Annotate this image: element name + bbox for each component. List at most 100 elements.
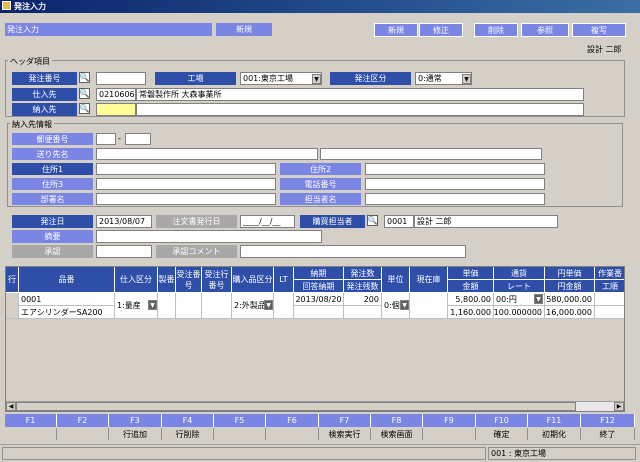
new-button[interactable]: 新規 <box>374 23 418 37</box>
receive-no-cell[interactable] <box>176 293 202 319</box>
delivery-label: 納入先 <box>12 103 77 116</box>
col-purchase-type: 仕入区分 <box>115 267 158 293</box>
unit-cell[interactable]: 0:個 ▼ <box>382 293 410 319</box>
order-date-input[interactable]: 2013/08/07 <box>96 215 152 228</box>
order-date-label: 発注日 <box>12 215 93 228</box>
delivery-search-icon[interactable]: 🔍 <box>79 103 90 114</box>
address2-input[interactable] <box>365 163 545 175</box>
col-order-remaining: 発注残数 <box>344 280 382 293</box>
order-no-input[interactable] <box>96 72 146 85</box>
f3-key[interactable]: F3 <box>109 414 162 427</box>
supplier-search-icon[interactable]: 🔍 <box>79 88 90 99</box>
phone-input[interactable] <box>365 178 545 190</box>
postal-input-1[interactable] <box>96 133 116 145</box>
f5-label <box>214 428 266 440</box>
copy-button[interactable]: 複写 <box>572 23 626 37</box>
col-process: 工順 <box>595 280 624 293</box>
f8-key[interactable]: F8 <box>371 414 423 427</box>
send-to-input-1[interactable] <box>96 148 318 160</box>
f2-key[interactable]: F2 <box>57 414 109 427</box>
receive-line-cell[interactable] <box>202 293 232 319</box>
contact-label: 担当者名 <box>280 193 361 205</box>
currency-value: 00:円 <box>496 294 517 304</box>
unit-price-cell[interactable]: 5,800.00 <box>448 293 494 306</box>
issue-date-label: 注文書発行日 <box>156 215 237 228</box>
item-code-cell[interactable]: 0001 <box>19 293 115 306</box>
mfg-no-cell[interactable] <box>158 293 176 319</box>
order-no-search-icon[interactable]: 🔍 <box>79 72 90 83</box>
purchase-type-dropdown-icon[interactable]: ▼ <box>148 300 157 310</box>
order-qty-cell[interactable]: 200 <box>344 293 382 306</box>
f7-key[interactable]: F7 <box>319 414 371 427</box>
supplier-name-field: 常磐製作所 大森事業所 <box>136 88 584 101</box>
work-no-cell[interactable] <box>595 293 624 306</box>
f1-label <box>5 428 57 440</box>
f6-key[interactable]: F6 <box>266 414 319 427</box>
detail-grid: 行 品番 仕入区分 製番 受注番号 受注行番号 購入品区分 LT 納期 回答納期… <box>5 266 625 412</box>
f6-label <box>266 428 319 440</box>
rate-cell[interactable]: 100.000000 <box>494 306 545 319</box>
col-row: 行 <box>6 267 19 293</box>
factory-select[interactable]: 001:東京工場 <box>240 72 322 85</box>
col-mfg-no: 製番 <box>158 267 176 293</box>
purchase-type-value: 1:量産 <box>117 301 141 310</box>
f4-label: 行削除 <box>162 428 214 440</box>
purchase-cat-dropdown-icon[interactable]: ▼ <box>264 300 273 310</box>
delete-button[interactable]: 削除 <box>474 23 518 37</box>
col-yen-price: 円単価 <box>545 267 595 280</box>
delivery-code-input[interactable] <box>96 103 136 116</box>
f9-label <box>423 428 476 440</box>
f10-key[interactable]: F10 <box>476 414 528 427</box>
due-cell[interactable]: 2013/08/20 <box>294 293 344 306</box>
purchaser-code-input[interactable]: 0001 <box>384 215 414 228</box>
f3-label: 行追加 <box>109 428 162 440</box>
lt-cell[interactable] <box>274 293 294 319</box>
address3-input[interactable] <box>96 178 276 190</box>
supplier-code-input[interactable]: 02106060 <box>96 88 136 101</box>
dept-input[interactable] <box>96 193 276 205</box>
yen-amount-cell: 116,000.000 <box>545 306 595 319</box>
scroll-left-icon[interactable]: ◀ <box>6 402 16 411</box>
process-cell[interactable] <box>595 306 624 319</box>
scroll-thumb[interactable] <box>16 402 576 411</box>
scroll-right-icon[interactable]: ▶ <box>614 402 624 411</box>
f9-key[interactable]: F9 <box>423 414 476 427</box>
contact-input[interactable] <box>365 193 545 205</box>
address3-label: 住所3 <box>12 178 93 190</box>
yen-price-cell: 580,000.00 <box>545 293 595 306</box>
f12-key[interactable]: F12 <box>581 414 635 427</box>
window-title-bar: 発注入力 <box>0 0 640 13</box>
f5-key[interactable]: F5 <box>214 414 266 427</box>
f1-key[interactable]: F1 <box>5 414 57 427</box>
f11-key[interactable]: F11 <box>528 414 581 427</box>
f4-key[interactable]: F4 <box>162 414 214 427</box>
f11-label: 初期化 <box>528 428 581 440</box>
screen-name: 発注入力 <box>5 23 212 36</box>
send-to-input-2[interactable] <box>320 148 542 160</box>
issue-date-input[interactable]: ____/__/__ <box>240 215 295 228</box>
postal-input-2[interactable] <box>125 133 151 145</box>
unit-dropdown-icon[interactable]: ▼ <box>400 300 409 310</box>
remarks-input[interactable] <box>96 230 322 243</box>
grid-h-scrollbar[interactable]: ◀ ▶ <box>6 401 624 411</box>
order-type-dropdown-icon[interactable]: ▼ <box>462 74 471 84</box>
edit-button[interactable]: 修正 <box>419 23 463 37</box>
factory-value: 001:東京工場 <box>243 74 293 83</box>
status-bar: 001 : 東京工場 <box>0 444 640 462</box>
col-lt: LT <box>274 267 294 293</box>
currency-cell[interactable]: 00:円 ▼ <box>494 293 545 306</box>
factory-dropdown-icon[interactable]: ▼ <box>312 74 321 84</box>
purchaser-search-icon[interactable]: 🔍 <box>367 215 378 226</box>
reference-button[interactable]: 参照 <box>521 23 569 37</box>
purchase-type-cell[interactable]: 1:量産 ▼ <box>115 293 158 319</box>
status-factory: 001 : 東京工場 <box>488 447 636 460</box>
col-receive-no: 受注番号 <box>176 267 202 293</box>
col-rate: レート <box>494 280 545 293</box>
row-header-cell <box>6 293 19 319</box>
address1-input[interactable] <box>96 163 276 175</box>
reply-due-cell[interactable] <box>294 306 344 319</box>
f8-label: 検索画面 <box>371 428 423 440</box>
currency-dropdown-icon[interactable]: ▼ <box>534 294 543 304</box>
purchase-cat-cell[interactable]: 2:外製品 ▼ <box>232 293 274 319</box>
app-icon <box>2 1 11 10</box>
